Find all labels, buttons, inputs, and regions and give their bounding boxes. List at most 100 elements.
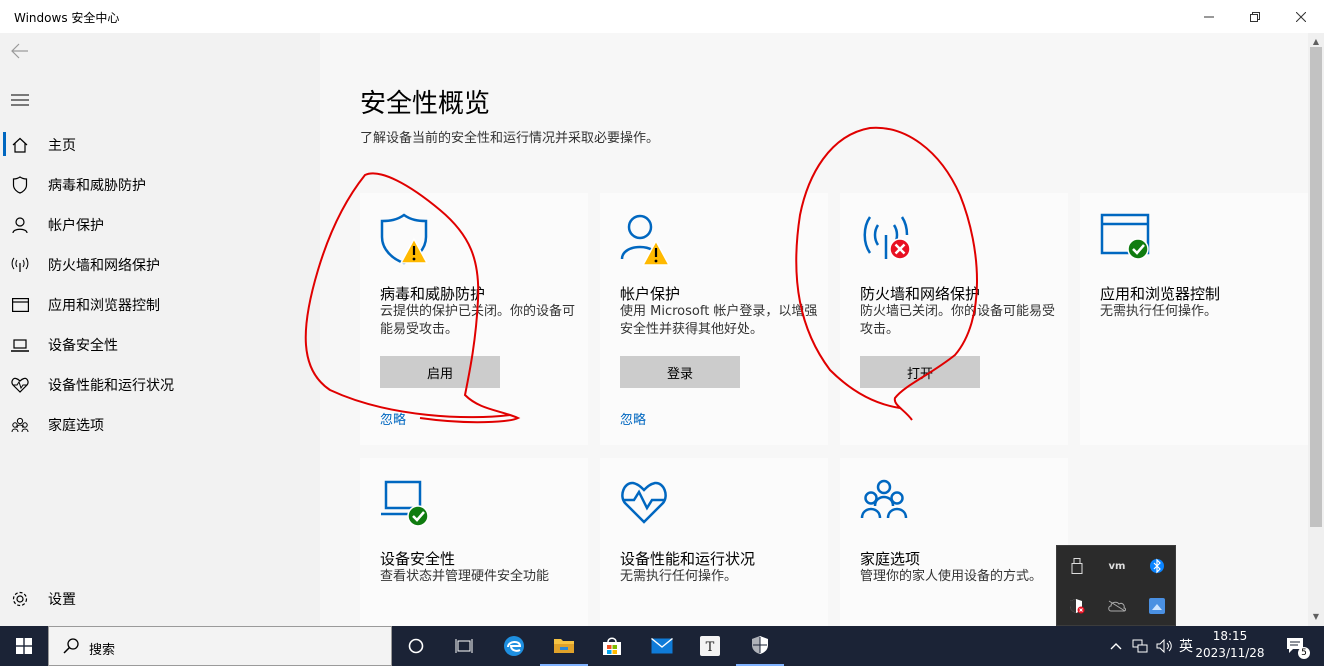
bluetooth-icon[interactable] [1137,546,1177,586]
svg-text:T: T [706,640,715,655]
usb-icon[interactable] [1057,546,1097,586]
card-title: 家庭选项 [860,550,921,568]
card-description: 管理你的家人使用设备的方式。 [860,569,1043,584]
family-icon [11,416,29,434]
card-description: 使用 Microsoft 帐户登录，以增强安全性并获得其他好处。 [620,304,818,337]
card-description: 云提供的保护已关闭。你的设备可能易受攻击。 [380,304,576,337]
notification-center-button[interactable]: 5 [1276,626,1316,666]
restore-button[interactable] [1232,0,1278,33]
minimize-button[interactable] [1186,0,1232,33]
typora-button[interactable]: T [686,626,734,666]
enable-button[interactable]: 启用 [380,356,500,388]
tray-overflow-popup: vm [1056,545,1176,626]
taskbar-search-box[interactable]: 搜索 [48,626,392,666]
close-button[interactable] [1278,0,1324,33]
window-title: Windows 安全中心 [14,11,120,25]
sidebar-item-label: 防火墙和网络保护 [48,258,160,274]
sign-in-button[interactable]: 登录 [620,356,740,388]
search-placeholder: 搜索 [89,643,116,658]
sidebar-item-label: 病毒和威胁防护 [48,178,146,194]
card-description: 无需执行任何操作。 [620,569,738,584]
taskbar: 搜索 T 英 18:15 2023/11/28 5 [0,626,1324,666]
page-subtitle: 了解设备当前的安全性和运行情况并采取必要操作。 [360,131,660,146]
card-firewall: 防火墙和网络保护 防火墙已关闭。你的设备可能易受攻击。 打开 [840,193,1068,445]
volume-icon [1156,639,1172,653]
scrollbar-thumb[interactable] [1310,47,1322,527]
chevron-up-icon [1110,643,1122,650]
mail-button[interactable] [638,626,686,666]
store-button[interactable] [588,626,636,666]
sidebar-item-device-performance[interactable]: 设备性能和运行状况 [0,364,320,404]
dismiss-link[interactable]: 忽略 [620,409,646,428]
windows-security-button[interactable] [736,626,784,666]
card-title: 病毒和威胁防护 [380,285,486,303]
scroll-down-arrow[interactable]: ▼ [1308,610,1324,624]
back-button[interactable] [10,43,30,63]
sidebar-item-family[interactable]: 家庭选项 [0,404,320,444]
person-icon [11,216,29,234]
onedrive-icon[interactable] [1097,586,1137,626]
hamburger-menu-icon [11,94,29,106]
sidebar-item-app-browser[interactable]: 应用和浏览器控制 [0,284,320,324]
laptop-icon [11,336,29,354]
main-content: 安全性概览 了解设备当前的安全性和运行情况并采取必要操作。 病毒和威胁防护 云提… [320,33,1308,626]
start-button[interactable] [0,626,48,666]
security-shield-error-icon[interactable] [1057,586,1097,626]
turn-on-button[interactable]: 打开 [860,356,980,388]
notification-count-badge: 5 [1298,647,1310,659]
tray-overflow-button[interactable] [1104,626,1128,666]
browser-window-icon [11,296,29,314]
heart-pulse-icon [11,376,29,394]
close-icon [1296,11,1306,22]
shield-warning-icon [380,213,436,269]
shield-icon [11,176,29,194]
card-title: 帐户保护 [620,285,681,303]
app-tray-icon[interactable] [1137,586,1177,626]
network-button[interactable] [1128,626,1152,666]
card-app-browser: 应用和浏览器控制 无需执行任何操作。 [1080,193,1308,445]
sidebar-item-label: 帐户保护 [48,218,104,234]
sidebar-item-virus-protection[interactable]: 病毒和威胁防护 [0,164,320,204]
sidebar-item-device-security[interactable]: 设备安全性 [0,324,320,364]
restore-icon [1250,11,1260,22]
security-center-window: Windows 安全中心 主页 病毒和威胁防护 帐户保护 防火墙和网络保护 应用… [0,0,1324,626]
sidebar-item-label: 设备安全性 [48,338,118,354]
volume-button[interactable] [1152,626,1176,666]
gear-icon [11,590,29,608]
sidebar-item-label: 设备性能和运行状况 [48,378,174,394]
card-title: 应用和浏览器控制 [1100,285,1221,303]
wireless-error-icon [860,213,916,269]
edge-icon [504,636,524,656]
laptop-ok-icon [380,478,436,534]
sidebar-item-home[interactable]: 主页 [0,124,320,164]
task-view-button[interactable] [440,626,488,666]
person-warning-icon [620,213,676,269]
clock-date: 2023/11/28 [1195,646,1265,660]
vmware-icon[interactable]: vm [1097,546,1137,586]
sidebar-item-label: 家庭选项 [48,418,104,434]
card-family: 家庭选项 管理你的家人使用设备的方式。 [840,458,1068,626]
dismiss-link[interactable]: 忽略 [380,409,406,428]
edge-button[interactable] [490,626,538,666]
browser-ok-icon [1100,213,1156,269]
sidebar-item-account[interactable]: 帐户保护 [0,204,320,244]
clock[interactable]: 18:15 2023/11/28 [1190,628,1270,662]
clock-time: 18:15 [1212,629,1248,643]
sidebar-item-label: 主页 [48,138,76,154]
card-description: 无需执行任何操作。 [1100,304,1218,319]
card-description: 查看状态并管理硬件安全功能 [380,569,550,584]
page-title: 安全性概览 [360,89,491,119]
task-view-icon [455,639,473,653]
card-virus-protection: 病毒和威胁防护 云提供的保护已关闭。你的设备可能易受攻击。 启用 忽略 [360,193,588,445]
menu-button[interactable] [11,91,29,110]
card-title: 防火墙和网络保护 [860,285,981,303]
cortana-button[interactable] [392,626,440,666]
sidebar-item-label: 设置 [48,592,76,608]
file-explorer-icon [554,639,574,653]
sidebar-item-firewall[interactable]: 防火墙和网络保护 [0,244,320,284]
title-bar: Windows 安全中心 [0,0,1324,33]
sidebar-item-settings[interactable]: 设置 [0,578,320,618]
network-icon [1132,639,1148,653]
file-explorer-button[interactable] [540,626,588,666]
card-description: 防火墙已关闭。你的设备可能易受攻击。 [860,304,1056,337]
